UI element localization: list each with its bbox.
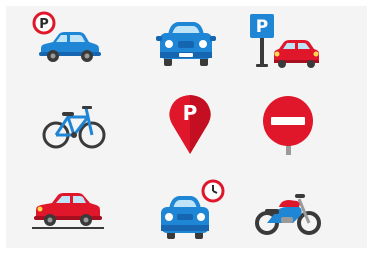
car-front-view-cell[interactable]: [144, 9, 228, 75]
car-with-clock-badge-icon: [161, 179, 225, 239]
no-entry-sign-cell[interactable]: [246, 93, 330, 159]
motorcycle-cell[interactable]: [246, 180, 330, 246]
car-front-view-icon: [156, 22, 216, 66]
bicycle-cell[interactable]: [32, 94, 116, 160]
no-entry-sign-icon: [263, 96, 313, 155]
sign-letter: P: [256, 17, 268, 37]
car-with-parking-badge-cell[interactable]: P: [25, 8, 109, 74]
icon-grid-panel: P P P: [6, 6, 367, 248]
parking-location-pin-icon: P: [169, 95, 211, 154]
pin-letter: P: [183, 101, 198, 125]
car-with-clock-badge-cell[interactable]: [148, 178, 232, 244]
badge-letter: P: [39, 17, 49, 32]
parking-location-pin-cell[interactable]: P: [148, 90, 232, 156]
red-car-side-view-cell[interactable]: [24, 174, 108, 240]
bicycle-icon: [42, 106, 106, 149]
parking-sign-with-car-cell[interactable]: P: [244, 7, 328, 73]
red-car-side-view-icon: [32, 193, 104, 229]
motorcycle-icon: [255, 194, 321, 235]
car-with-parking-badge-icon: P: [32, 11, 101, 62]
parking-sign-with-car-icon: P: [250, 14, 319, 68]
